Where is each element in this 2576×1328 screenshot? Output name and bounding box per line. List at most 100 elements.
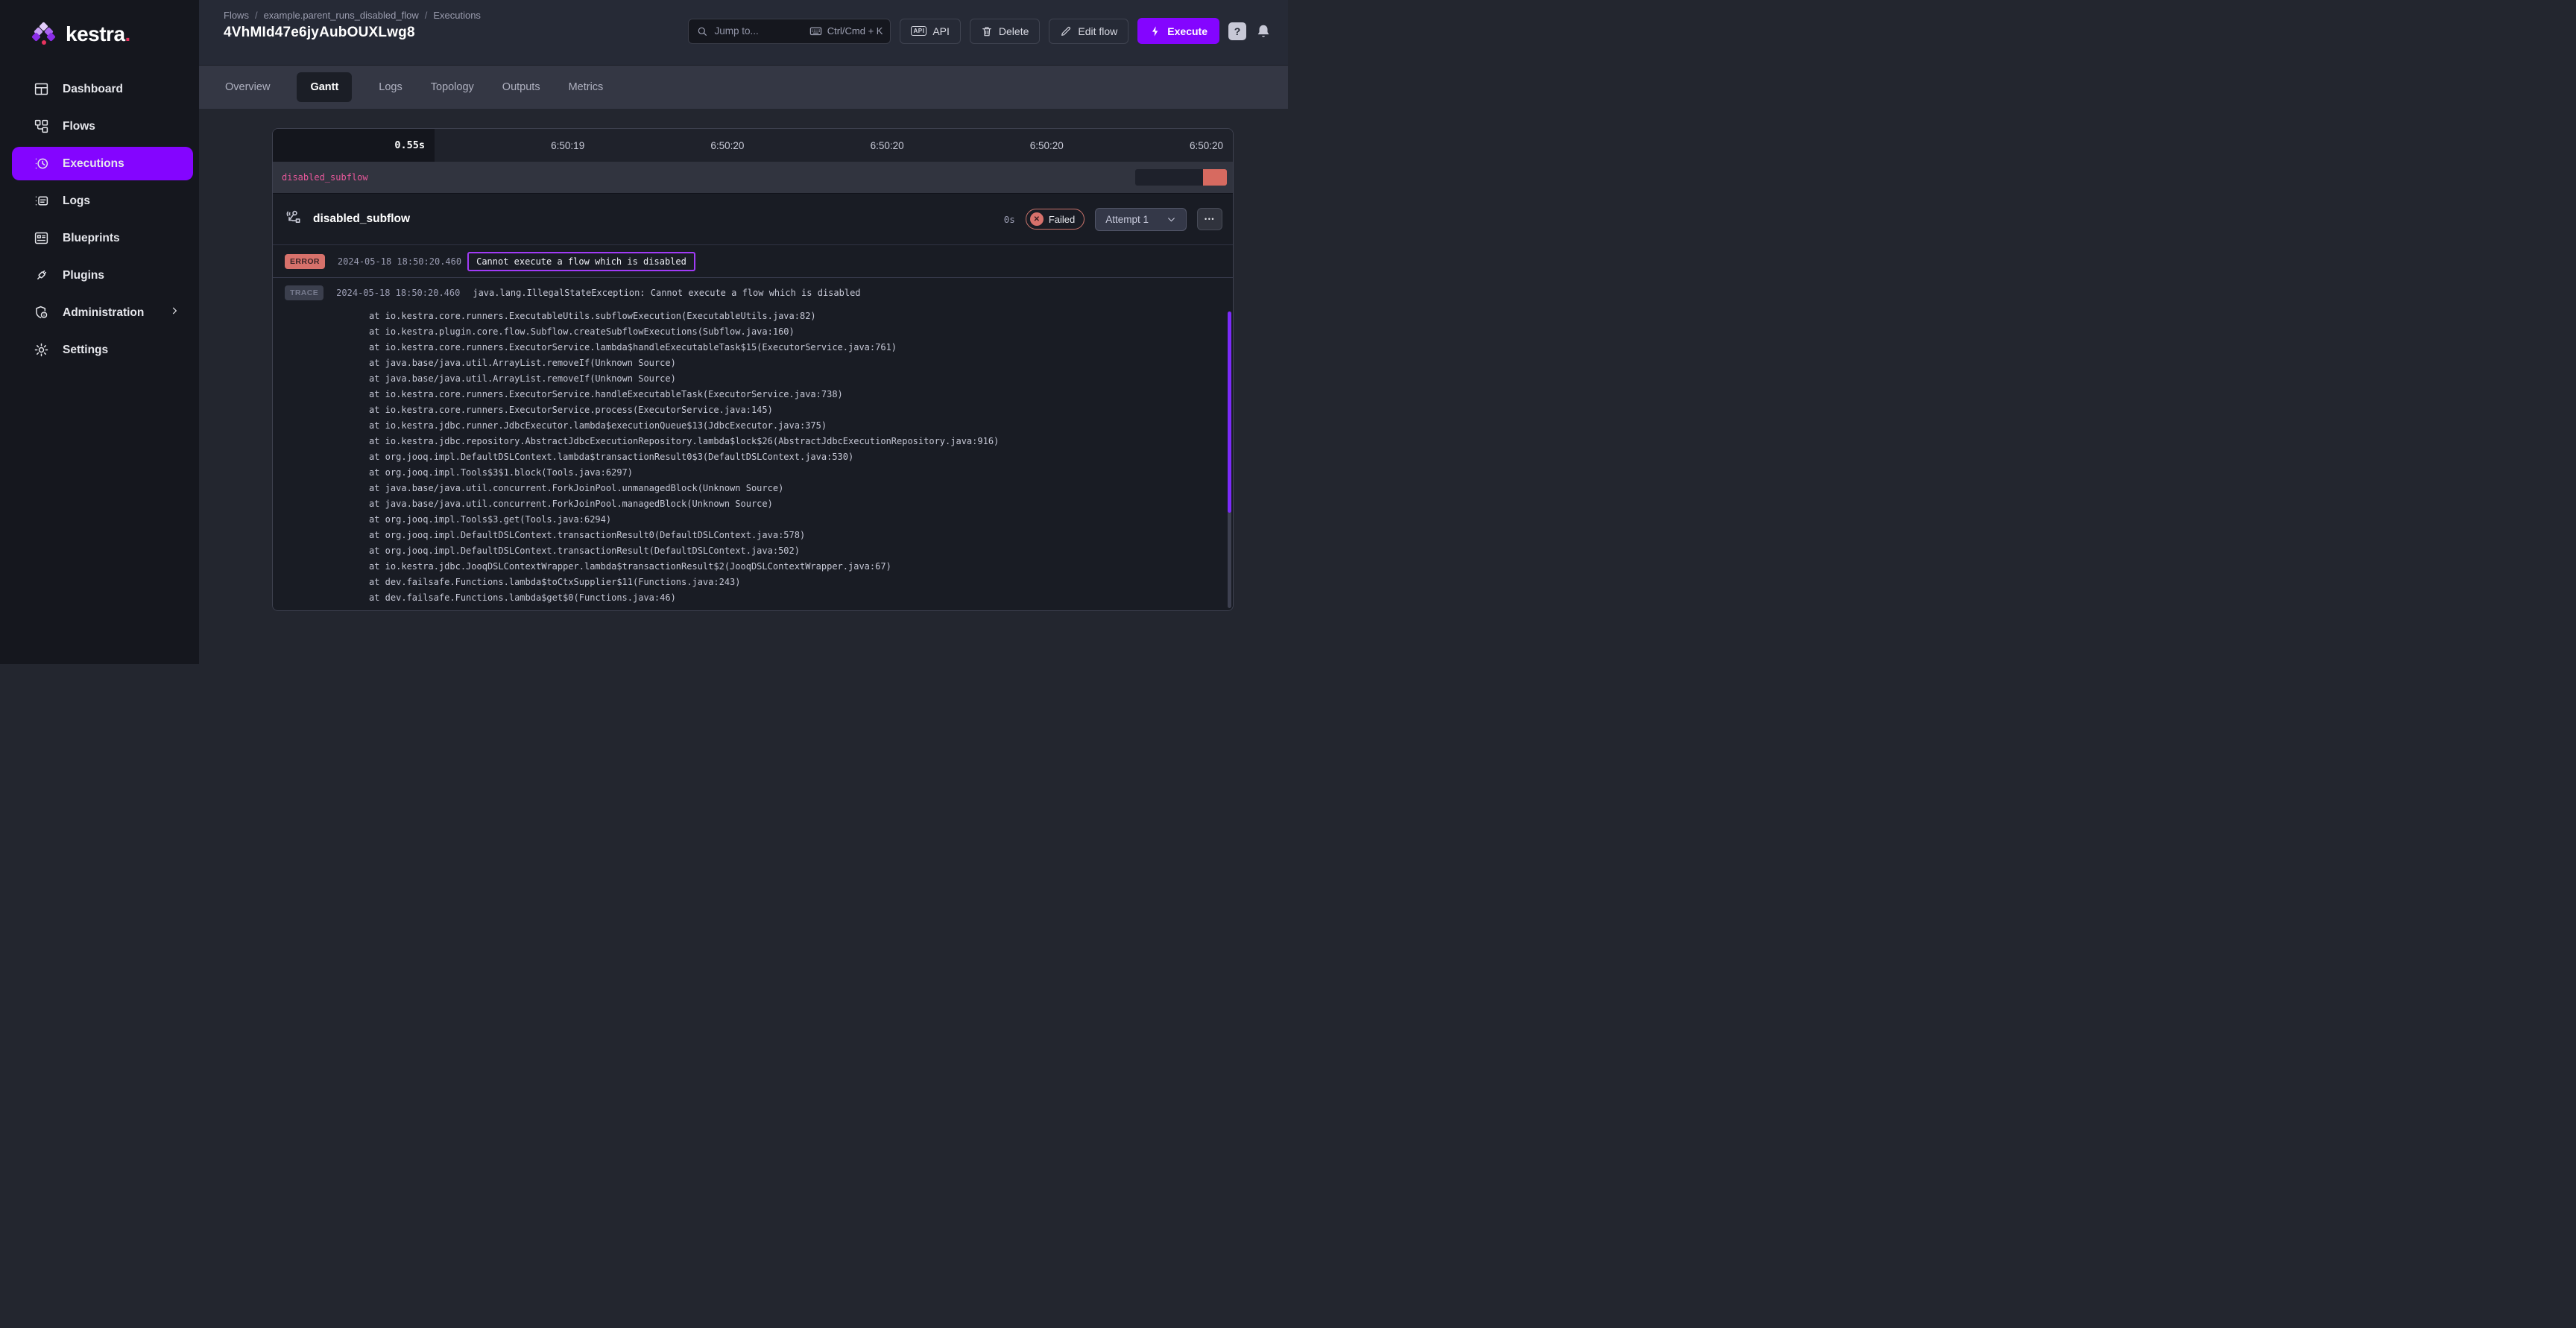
sidebar-item-logs[interactable]: Logs — [12, 184, 193, 218]
task-logs-section: disabled_subflow 0s ✕ Failed Attempt 1 — [273, 193, 1233, 610]
tab-topology[interactable]: Topology — [429, 72, 476, 102]
edit-flow-button[interactable]: Edit flow — [1049, 19, 1128, 44]
task-duration: 0s — [1004, 214, 1015, 225]
task-more-button[interactable]: ••• — [1197, 208, 1222, 230]
stack-trace-line: at java.base/java.util.concurrent.ForkJo… — [369, 496, 1221, 512]
task-header-controls: 0s ✕ Failed Attempt 1 ••• — [1004, 208, 1222, 231]
log-scrollbar-thumb[interactable] — [1228, 312, 1231, 513]
stack-trace-line: at dev.failsafe.Functions.lambda$get$0(F… — [369, 590, 1221, 606]
shortcut-label: Ctrl/Cmd + K — [827, 25, 883, 37]
breadcrumb-executions[interactable]: Executions — [433, 10, 481, 21]
tab-logs[interactable]: Logs — [377, 72, 403, 102]
timeline-tick: 6:50:20 — [1073, 129, 1233, 162]
failed-x-icon: ✕ — [1030, 212, 1044, 226]
tab-metrics[interactable]: Metrics — [567, 72, 605, 102]
kestra-logo[interactable]: kestra. — [0, 16, 199, 69]
settings-gear-icon — [33, 342, 49, 358]
sidebar-item-dashboard[interactable]: Dashboard — [12, 72, 193, 106]
stack-trace-line: at org.jooq.impl.Tools$3$1.block(Tools.j… — [369, 465, 1221, 481]
sidebar-item-plugins[interactable]: Plugins — [12, 259, 193, 292]
stack-trace-line: at io.kestra.jdbc.runner.JdbcExecutor.la… — [369, 418, 1221, 434]
stack-trace-line: at org.jooq.impl.Tools$3.get(Tools.java:… — [369, 512, 1221, 528]
execute-button[interactable]: Execute — [1137, 18, 1219, 44]
status-badge-label: Failed — [1049, 214, 1075, 225]
content-area: 0.55s 6:50:19 6:50:20 6:50:20 6:50:20 6:… — [199, 109, 1288, 664]
delete-button[interactable]: Delete — [970, 19, 1040, 44]
stack-trace-line: at java.base/java.util.ArrayList.removeI… — [369, 371, 1221, 387]
lightning-icon — [1149, 25, 1161, 37]
header-controls: Ctrl/Cmd + K API API Delete Edit flow — [688, 18, 1272, 44]
stack-trace-line: at org.jooq.impl.DefaultDSLContext.lambd… — [369, 449, 1221, 465]
search-input[interactable] — [714, 25, 803, 37]
trace-exception-message: java.lang.IllegalStateException: Cannot … — [473, 288, 860, 298]
top-header: Flows / example.parent_runs_disabled_flo… — [199, 0, 1288, 65]
chevron-right-icon — [169, 306, 180, 320]
search-icon — [696, 25, 708, 37]
dashboard-grid-icon — [33, 81, 49, 98]
tab-outputs[interactable]: Outputs — [501, 72, 542, 102]
api-button[interactable]: API API — [900, 19, 960, 44]
sidebar-item-label: Dashboard — [63, 83, 123, 96]
log-scrollbar-track[interactable] — [1228, 312, 1231, 608]
gantt-task-row[interactable]: disabled_subflow — [273, 162, 1233, 193]
sidebar-item-label: Flows — [63, 120, 95, 133]
breadcrumb-flow-id[interactable]: example.parent_runs_disabled_flow — [264, 10, 419, 21]
trace-log-row: TRACE 2024-05-18 18:50:20.460 java.lang.… — [285, 285, 1221, 301]
task-name: disabled_subflow — [313, 212, 410, 226]
stack-trace-line: at io.kestra.core.runners.ExecutorServic… — [369, 340, 1221, 355]
attempt-dropdown[interactable]: Attempt 1 — [1095, 208, 1187, 231]
sidebar: kestra. Dashboard Flows Executions — [0, 0, 199, 664]
sidebar-item-administration[interactable]: Administration — [12, 296, 193, 329]
jump-to-search[interactable]: Ctrl/Cmd + K — [688, 19, 891, 44]
chevron-down-icon — [1167, 215, 1176, 224]
sidebar-item-label: Settings — [63, 344, 108, 357]
sidebar-item-blueprints[interactable]: Blueprints — [12, 221, 193, 255]
api-chip-icon: API — [911, 26, 926, 36]
stack-trace-line: at org.jooq.impl.DefaultDSLContext.trans… — [369, 528, 1221, 543]
subflow-icon — [285, 209, 303, 230]
tab-overview[interactable]: Overview — [224, 72, 271, 102]
gantt-task-label[interactable]: disabled_subflow — [282, 172, 368, 183]
timeline-ticks: 6:50:19 6:50:20 6:50:20 6:50:20 6:50:20 — [435, 129, 1233, 162]
tab-gantt[interactable]: Gantt — [297, 72, 352, 102]
timeline-tick: 6:50:20 — [914, 129, 1073, 162]
sidebar-item-flows[interactable]: Flows — [12, 110, 193, 143]
main-area: Flows / example.parent_runs_disabled_flo… — [199, 0, 1288, 664]
sidebar-item-executions[interactable]: Executions — [12, 147, 193, 180]
gantt-total-duration: 0.55s — [273, 129, 435, 162]
notifications-bell-icon[interactable] — [1255, 23, 1272, 39]
attempt-dropdown-label: Attempt 1 — [1105, 214, 1149, 225]
help-icon[interactable]: ? — [1228, 22, 1246, 40]
sidebar-item-label: Plugins — [63, 269, 104, 282]
trace-level-badge: TRACE — [285, 285, 323, 300]
stack-trace-line: at dev.failsafe.Functions.lambda$toCtxSu… — [369, 575, 1221, 590]
error-level-badge: ERROR — [285, 254, 325, 269]
stack-trace-line: at io.kestra.jdbc.JooqDSLContextWrapper.… — [369, 559, 1221, 575]
trace-timestamp: 2024-05-18 18:50:20.460 — [336, 288, 460, 298]
logs-icon — [33, 193, 49, 209]
error-message-highlighted: Cannot execute a flow which is disabled — [467, 252, 695, 271]
kestra-logo-icon — [31, 23, 57, 45]
sidebar-item-label: Blueprints — [63, 232, 120, 245]
sidebar-item-label: Logs — [63, 195, 90, 208]
gantt-bar-total — [1135, 169, 1203, 186]
execution-tabs: Overview Gantt Logs Topology Outputs Met… — [199, 65, 1288, 109]
timeline-tick: 6:50:20 — [754, 129, 913, 162]
execute-button-label: Execute — [1167, 25, 1208, 37]
trace-log-block: TRACE 2024-05-18 18:50:20.460 java.lang.… — [273, 278, 1233, 610]
pencil-icon — [1060, 25, 1072, 37]
stack-trace-line: at io.kestra.jdbc.repository.AbstractJdb… — [369, 434, 1221, 449]
stack-trace-line: at java.base/java.util.concurrent.ForkJo… — [369, 481, 1221, 496]
gantt-bar[interactable] — [1135, 169, 1227, 186]
sidebar-item-settings[interactable]: Settings — [12, 333, 193, 367]
breadcrumb-flows[interactable]: Flows — [224, 10, 249, 21]
stack-trace-line: at org.jooq.impl.DefaultDSLContext.trans… — [369, 543, 1221, 559]
kestra-app: kestra. Dashboard Flows Executions — [0, 0, 1288, 664]
gantt-bar-failed-segment — [1203, 169, 1227, 186]
stack-trace-line: at io.kestra.core.runners.ExecutableUtil… — [369, 309, 1221, 324]
error-log-row: ERROR 2024-05-18 18:50:20.460 Cannot exe… — [273, 244, 1233, 278]
timeline-tick: 6:50:20 — [594, 129, 754, 162]
stack-trace-line: at io.kestra.core.runners.ExecutorServic… — [369, 387, 1221, 402]
stack-trace-line: at io.kestra.core.runners.ExecutorServic… — [369, 402, 1221, 418]
keyboard-shortcut: Ctrl/Cmd + K — [809, 25, 883, 37]
